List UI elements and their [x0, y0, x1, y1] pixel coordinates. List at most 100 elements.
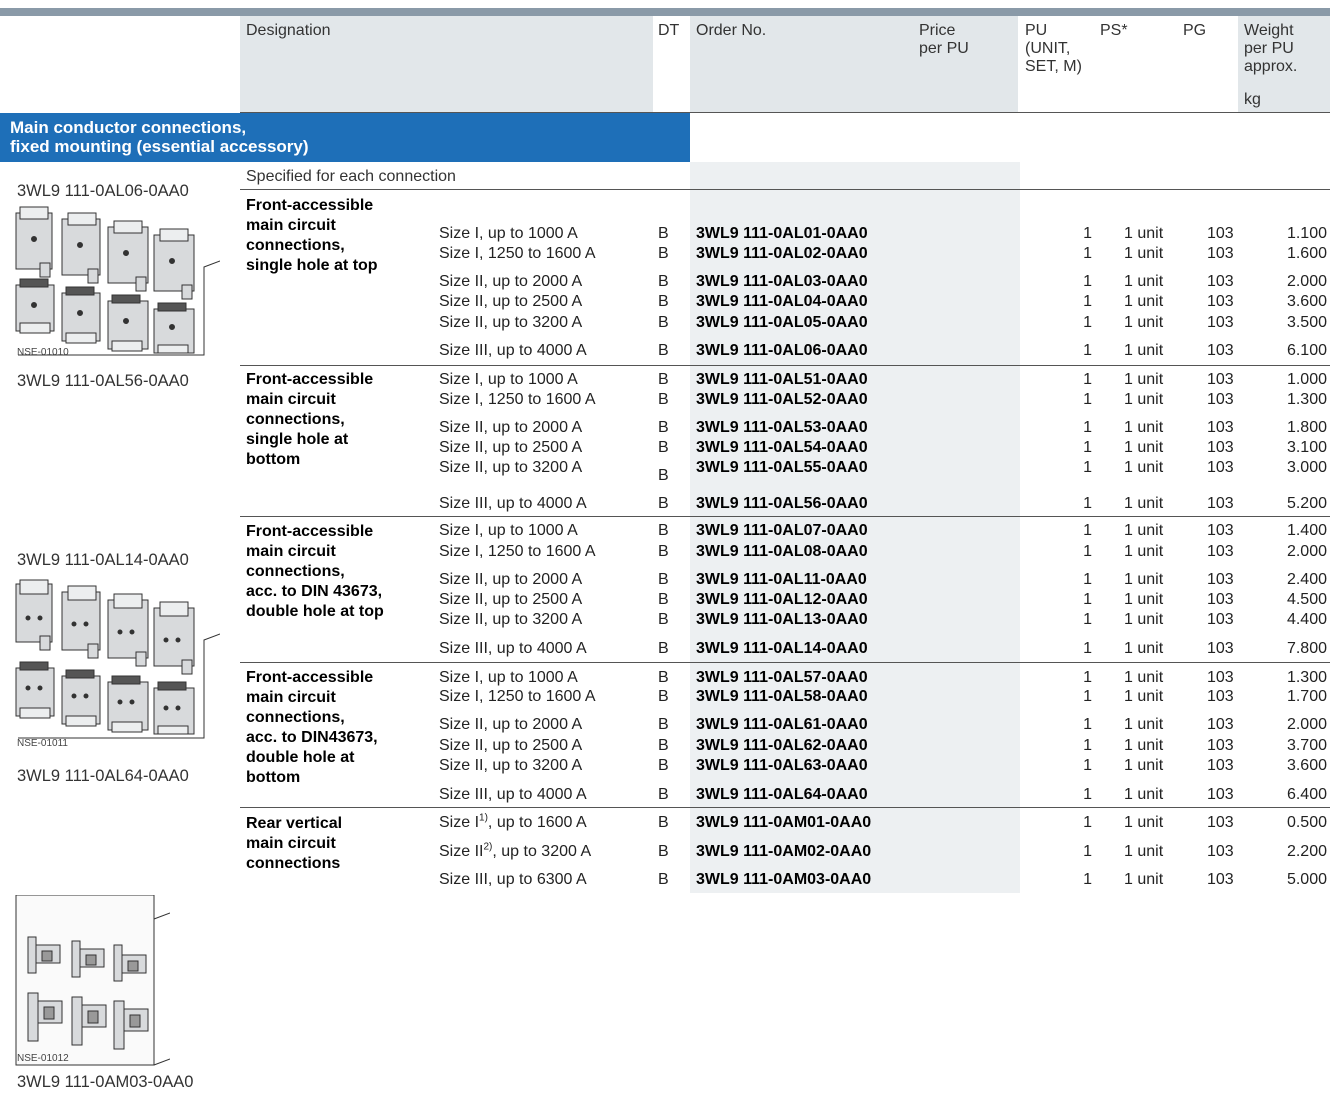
row-ps: 1 unit: [1124, 439, 1164, 456]
row-order-no: 3WL9 111-0AL61-0AA0: [696, 716, 868, 733]
row-pu: 1: [1083, 786, 1092, 803]
row-order-no: 3WL9 111-0AL12-0AA0: [696, 591, 868, 608]
row-ps: 1 unit: [1124, 737, 1164, 754]
row-order-no: 3WL9 111-0AL63-0AA0: [696, 757, 868, 774]
row-dt: B: [658, 342, 669, 359]
row-order-no: 3WL9 111-0AL64-0AA0: [696, 786, 868, 803]
image-label: 3WL9 111-0AL14-0AA0: [17, 551, 189, 569]
row-ps: 1 unit: [1124, 716, 1164, 733]
image-code: NSE-01012: [17, 1053, 69, 1064]
row-dt: B: [658, 814, 669, 831]
group-label: Rear vertical main circuit connections: [246, 815, 343, 872]
group-label: Front-accessible main circuit connection…: [246, 197, 378, 274]
row-ps: 1 unit: [1124, 814, 1164, 831]
row-dt: B: [658, 591, 669, 608]
row-dt: B: [658, 786, 669, 803]
row-weight: 2.000: [1286, 716, 1327, 733]
image-label: 3WL9 111-0AM03-0AA0: [17, 1073, 194, 1091]
row-order-no: 3WL9 111-0AM03-0AA0: [696, 871, 872, 888]
row-pu: 1: [1083, 737, 1092, 754]
row-designation: Size II, up to 2000 A: [439, 571, 583, 588]
row-weight: 3.100: [1286, 439, 1327, 456]
row-dt: B: [658, 871, 669, 888]
row-pu: 1: [1083, 459, 1092, 476]
row-pg: 103: [1207, 293, 1234, 310]
row-pg: 103: [1207, 459, 1234, 476]
row-ps: 1 unit: [1124, 419, 1164, 436]
row-pg: 103: [1207, 843, 1234, 860]
row-pg: 103: [1207, 737, 1234, 754]
header-pu: PU (UNIT, SET, M): [1025, 22, 1082, 75]
row-designation: Size II, up to 2000 A: [439, 273, 583, 290]
row-ps: 1 unit: [1124, 391, 1164, 408]
row-pg: 103: [1207, 716, 1234, 733]
row-pg: 103: [1207, 495, 1234, 512]
row-pg: 103: [1207, 371, 1234, 388]
specified-note: Specified for each connection: [246, 168, 456, 185]
row-order-no: 3WL9 111-0AL62-0AA0: [696, 737, 868, 754]
row-weight: 3.000: [1286, 459, 1327, 476]
row-order-no: 3WL9 111-0AL05-0AA0: [696, 314, 868, 331]
row-designation: Size III, up to 4000 A: [439, 786, 587, 803]
row-pg: 103: [1207, 640, 1234, 657]
row-weight: 3.600: [1286, 293, 1327, 310]
row-ps: 1 unit: [1124, 786, 1164, 803]
row-pg: 103: [1207, 273, 1234, 290]
row-pu: 1: [1083, 293, 1092, 310]
row-weight: 2.400: [1286, 571, 1327, 588]
header-weight: Weight per PU approx.: [1244, 22, 1298, 75]
image-code: NSE-01010: [17, 347, 69, 358]
row-pu: 1: [1083, 314, 1092, 331]
row-designation: Size III, up to 4000 A: [439, 495, 587, 512]
row-pu: 1: [1083, 757, 1092, 774]
row-ps: 1 unit: [1124, 314, 1164, 331]
row-weight: 5.200: [1286, 495, 1327, 512]
row-ps: 1 unit: [1124, 522, 1164, 539]
row-order-no: 3WL9 111-0AL13-0AA0: [696, 611, 868, 628]
row-pg: 103: [1207, 522, 1234, 539]
row-dt: B: [658, 293, 669, 310]
row-weight: 3.700: [1286, 737, 1327, 754]
row-pg: 103: [1207, 669, 1234, 686]
row-ps: 1 unit: [1124, 273, 1164, 290]
row-designation: Size II, up to 3200 A: [439, 757, 583, 774]
row-pu: 1: [1083, 688, 1092, 705]
row-designation: Size III, up to 4000 A: [439, 342, 587, 359]
row-designation: Size II, up to 3200 A: [439, 611, 583, 628]
row-dt: B: [658, 543, 669, 560]
row-weight: 1.600: [1286, 245, 1327, 262]
row-weight: 3.500: [1286, 314, 1327, 331]
row-ps: 1 unit: [1124, 245, 1164, 262]
row-dt: B: [658, 522, 669, 539]
row-dt: B: [658, 391, 669, 408]
row-ps: 1 unit: [1124, 225, 1164, 242]
row-pg: 103: [1207, 611, 1234, 628]
row-weight: 1.400: [1286, 522, 1327, 539]
row-order-no: 3WL9 111-0AL06-0AA0: [696, 342, 868, 359]
row-dt: B: [658, 757, 669, 774]
row-designation: Size I, 1250 to 1600 A: [439, 688, 596, 705]
row-dt: B: [658, 640, 669, 657]
row-designation: Size I, up to 1000 A: [439, 669, 578, 686]
row-order-no: 3WL9 111-0AM01-0AA0: [696, 814, 872, 831]
row-order-no: 3WL9 111-0AL57-0AA0: [696, 669, 868, 686]
image-label: 3WL9 111-0AL06-0AA0: [17, 182, 189, 200]
row-weight: 1.000: [1286, 371, 1327, 388]
top-rule: [0, 8, 1330, 16]
row-weight: 1.700: [1286, 688, 1327, 705]
row-pg: 103: [1207, 571, 1234, 588]
row-ps: 1 unit: [1124, 371, 1164, 388]
row-order-no: 3WL9 111-0AL55-0AA0: [696, 459, 868, 476]
group-rule-0: [240, 189, 1330, 190]
row-dt: B: [658, 273, 669, 290]
row-weight: 1.800: [1286, 419, 1327, 436]
row-weight: 6.100: [1286, 342, 1327, 359]
group-rule-2: [240, 516, 1330, 517]
row-designation: Size II, up to 2500 A: [439, 591, 583, 608]
row-pu: 1: [1083, 342, 1092, 359]
row-weight: 5.000: [1286, 871, 1327, 888]
row-designation: Size III, up to 4000 A: [439, 640, 587, 657]
row-pu: 1: [1083, 225, 1092, 242]
image-label: 3WL9 111-0AL64-0AA0: [17, 767, 189, 785]
row-weight: 3.600: [1286, 757, 1327, 774]
